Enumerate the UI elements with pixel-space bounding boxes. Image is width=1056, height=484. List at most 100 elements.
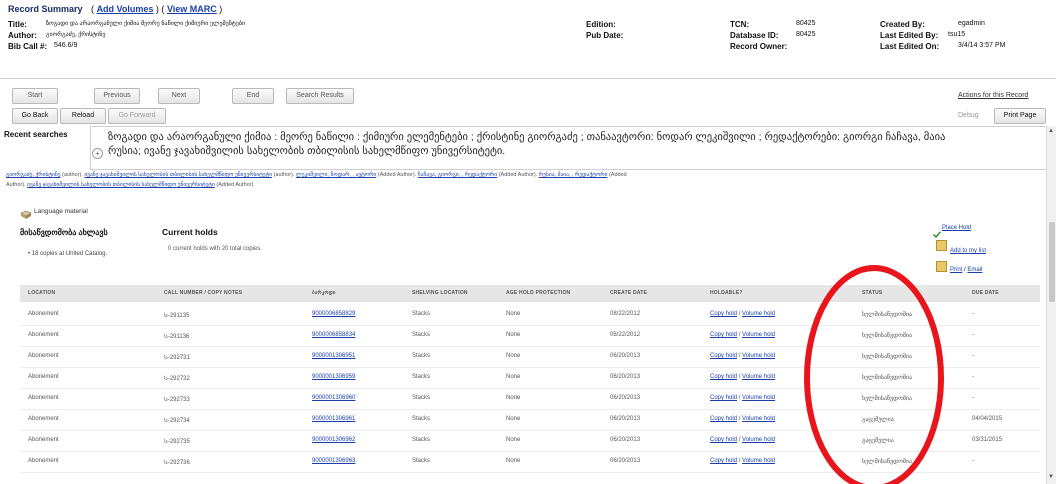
actions-menu[interactable]: Actions for this Record — [958, 92, 1028, 99]
print-email-links: Print / Email — [950, 267, 982, 273]
vertical-scrollbar[interactable]: ▲ ▼ — [1046, 126, 1056, 484]
title-label: Title: — [8, 20, 27, 29]
holdable-links: Copy hold / Volume hold — [710, 395, 775, 401]
copy-hold-link[interactable]: Copy hold — [710, 374, 737, 380]
cell-create-date: 06/20/2013 — [610, 458, 641, 464]
book-icon — [20, 207, 32, 225]
search-results-button[interactable]: Search Results — [286, 88, 354, 104]
cell-due-date: - — [972, 458, 974, 464]
copy-hold-link[interactable]: Copy hold — [710, 416, 737, 422]
scrollbar-thumb[interactable] — [1049, 222, 1055, 302]
author-role: (author). — [273, 172, 295, 178]
barcode-link[interactable]: 9000001306963 — [312, 458, 355, 464]
volume-hold-link[interactable]: Volume hold — [742, 395, 775, 401]
copy-hold-link[interactable]: Copy hold — [710, 311, 737, 317]
barcode-link[interactable]: 9000001306959 — [312, 374, 355, 380]
barcode-link[interactable]: 9000001306960 — [312, 395, 355, 401]
database-id-value: 80425 — [796, 31, 816, 38]
copy-hold-link[interactable]: Copy hold — [710, 458, 737, 464]
volume-hold-link[interactable]: Volume hold — [742, 458, 775, 464]
cell-call-number: Ს-291136 — [164, 334, 190, 340]
cell-due-date: - — [972, 395, 974, 401]
author-link[interactable]: ივანე ჯავახიშვილის სახელობის თბილისის სა… — [84, 172, 272, 178]
barcode-link[interactable]: 9000001306951 — [312, 353, 355, 359]
volume-hold-link[interactable]: Volume hold — [742, 374, 775, 380]
column-header-create-date[interactable]: CREATE DATE — [610, 290, 647, 296]
place-hold-link[interactable]: Place Hold — [942, 225, 971, 231]
tcn-value: 80425 — [796, 20, 816, 27]
add-volumes-link[interactable]: Add Volumes — [97, 4, 154, 14]
cell-create-date: 06/20/2013 — [610, 374, 641, 380]
holdable-links: Copy hold / Volume hold — [710, 374, 775, 380]
barcode-link[interactable]: 9000006858829 — [312, 311, 355, 317]
print-email-separator: / — [964, 267, 966, 273]
column-header-call-number[interactable]: CALL NUMBER / COPY NOTES — [164, 290, 242, 296]
bib-call-label: Bib Call #: — [8, 42, 48, 51]
go-back-button[interactable]: Go Back — [12, 108, 58, 124]
author-link[interactable]: რუსია, მაია, , რედაქტორი — [539, 172, 608, 178]
reload-button[interactable]: Reload — [60, 108, 106, 124]
cell-location: Abonement — [28, 353, 59, 359]
cell-shelving-location: Stacks — [412, 437, 431, 443]
author-link[interactable]: გიორგაძე, ქრისტინე — [6, 172, 60, 178]
cell-age-hold-protection: None — [506, 458, 521, 464]
author-role: (Added — [608, 172, 627, 178]
author-role: (Added Author). — [377, 172, 417, 178]
record-title-line-1: ზოგადი და არაორგანული ქიმია : მეორე ნაწი… — [108, 131, 946, 143]
bib-call-value: 546.6/9 — [54, 42, 78, 49]
cell-create-date: 06/20/2013 — [610, 395, 641, 401]
column-header-shelving-location[interactable]: SHELVING LOCATION — [412, 290, 468, 296]
barcode-link[interactable]: 9000001306961 — [312, 416, 355, 422]
column-header-holdable[interactable]: HOLDABLE? — [710, 290, 743, 296]
scroll-up-icon[interactable]: ▲ — [1048, 128, 1054, 134]
cell-call-number: Ს-292731 — [164, 355, 190, 361]
database-id-label: Database ID: — [730, 31, 779, 40]
record-summary-title: Record Summary — [8, 4, 83, 14]
view-marc-link[interactable]: View MARC — [167, 4, 217, 14]
print-page-button[interactable]: Print Page — [994, 108, 1046, 124]
volume-hold-link[interactable]: Volume hold — [742, 353, 775, 359]
cell-call-number: Ს-292732 — [164, 376, 190, 382]
column-header-location[interactable]: LOCATION — [28, 290, 55, 296]
print-link[interactable]: Print — [950, 267, 962, 273]
copy-hold-link[interactable]: Copy hold — [710, 353, 737, 359]
barcode-link[interactable]: 9000001306962 — [312, 437, 355, 443]
start-button[interactable]: Start — [12, 88, 58, 104]
copies-line: • 18 copies at United Catalog. — [28, 251, 108, 257]
copy-hold-link[interactable]: Copy hold — [710, 395, 737, 401]
author-link[interactable]: ლეკიშვილი, ნოდარ, , ავტორი — [296, 172, 376, 178]
go-forward-button[interactable]: Go Forward — [108, 108, 166, 124]
cell-shelving-location: Stacks — [412, 353, 431, 359]
column-header-barcode[interactable]: ბარკოდი — [312, 290, 336, 296]
cell-shelving-location: Stacks — [412, 311, 431, 317]
next-button[interactable]: Next — [158, 88, 200, 104]
created-by-value: egadmin — [958, 20, 985, 27]
volume-hold-link[interactable]: Volume hold — [742, 416, 775, 422]
email-link[interactable]: Email — [967, 267, 982, 273]
author-link[interactable]: ივანე ჯავახიშვილის სახელობის თბილისის სა… — [27, 182, 215, 188]
column-header-age-hold-protection[interactable]: AGE HOLD PROTECTION — [506, 290, 570, 296]
add-to-list-link[interactable]: Add to my list — [950, 248, 986, 254]
volume-hold-link[interactable]: Volume hold — [742, 332, 775, 338]
copy-hold-link[interactable]: Copy hold — [710, 332, 737, 338]
copy-hold-link[interactable]: Copy hold — [710, 437, 737, 443]
scroll-down-icon[interactable]: ▼ — [1048, 474, 1054, 480]
cell-location: Abonement — [28, 332, 59, 338]
debug-link[interactable]: Debug — [958, 112, 979, 119]
barcode-link[interactable]: 9000006858834 — [312, 332, 355, 338]
cell-due-date: - — [972, 353, 974, 359]
author-link[interactable]: ჩაჩავა, გიორგი, , რედაქტორი — [418, 172, 497, 178]
volume-hold-link[interactable]: Volume hold — [742, 437, 775, 443]
plus-icon[interactable]: + — [92, 148, 103, 159]
recent-searches-label[interactable]: Recent searches — [4, 130, 68, 139]
author-role: (Added Author). — [498, 172, 538, 178]
volume-hold-link[interactable]: Volume hold — [742, 311, 775, 317]
cell-create-date: 06/20/2013 — [610, 437, 641, 443]
cell-shelving-location: Stacks — [412, 332, 431, 338]
end-button[interactable]: End — [232, 88, 274, 104]
column-header-due-date[interactable]: DUE DATE — [972, 290, 999, 296]
paren-sep: ) ( — [155, 4, 165, 14]
previous-button[interactable]: Previous — [94, 88, 140, 104]
cell-age-hold-protection: None — [506, 332, 521, 338]
last-edited-by-label: Last Edited By: — [880, 31, 939, 40]
